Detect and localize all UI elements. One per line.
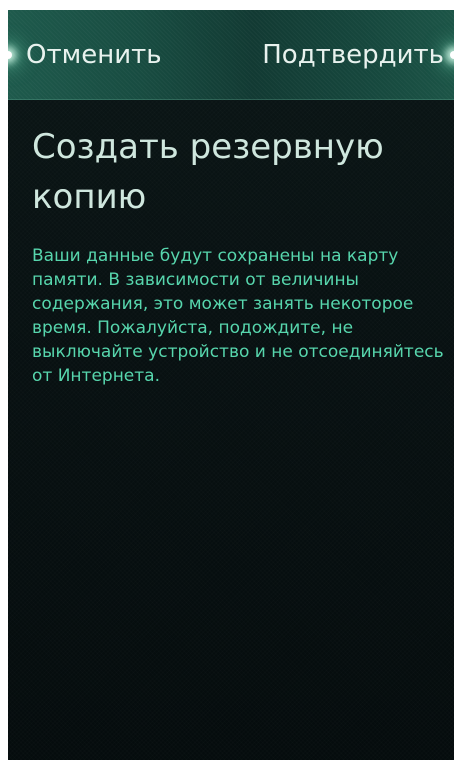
left-edge-glow — [8, 51, 12, 59]
dialog-screen: Отменить Подтвердить Создать резервную к… — [8, 10, 454, 760]
cancel-button[interactable]: Отменить — [26, 38, 162, 72]
dialog-header: Отменить Подтвердить — [8, 10, 454, 100]
confirm-button[interactable]: Подтвердить — [262, 38, 444, 72]
description-text: Ваши данные будут сохранены на карту пам… — [32, 246, 444, 386]
page-title: Создать резервную копию — [32, 127, 384, 217]
right-edge-glow — [450, 51, 454, 59]
